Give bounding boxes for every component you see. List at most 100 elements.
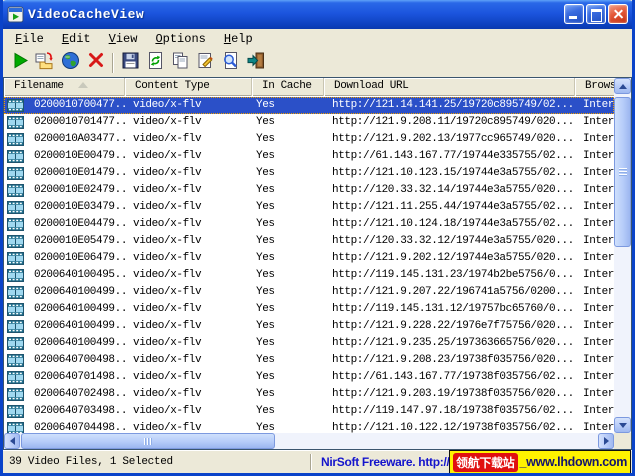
table-row[interactable]: 0200010E00479...video/x-flvYeshttp://61.…	[4, 148, 614, 165]
table-row[interactable]: 0200640700498...video/x-flvYeshttp://121…	[4, 352, 614, 369]
close-button[interactable]	[608, 4, 628, 24]
column-header-in-cache[interactable]: In Cache	[252, 78, 324, 96]
in-cache-cell: Yes	[252, 148, 324, 165]
menu-file[interactable]: File	[6, 31, 53, 47]
table-row[interactable]: 0200010700477...video/x-flvYeshttp://121…	[4, 97, 614, 114]
filename-cell: 0200010E05479...	[34, 233, 125, 250]
film-strip-icon	[7, 320, 29, 333]
table-row[interactable]: 0200010E03479...video/x-flvYeshttp://121…	[4, 199, 614, 216]
sort-ascending-icon	[78, 82, 88, 88]
filename-cell: 0200010A03477...	[34, 131, 125, 148]
find-button[interactable]	[218, 50, 243, 75]
vertical-scroll-thumb[interactable]	[614, 97, 631, 247]
browser-cell: Intern	[575, 182, 614, 199]
horizontal-scroll-thumb[interactable]	[21, 433, 275, 449]
menu-edit[interactable]: Edit	[53, 31, 100, 47]
column-header-browse[interactable]: Browse	[575, 78, 614, 96]
in-cache-cell: Yes	[252, 182, 324, 199]
minimize-button[interactable]	[564, 4, 584, 24]
table-row[interactable]: 0200640100499...video/x-flvYeshttp://121…	[4, 335, 614, 352]
table-row[interactable]: 0200640703498...video/x-flvYeshttp://119…	[4, 403, 614, 420]
content-type-cell: video/x-flv	[125, 301, 252, 318]
content-type-cell: video/x-flv	[125, 250, 252, 267]
delete-button[interactable]	[83, 50, 108, 75]
table-row[interactable]: 0200010E06479...video/x-flvYeshttp://121…	[4, 250, 614, 267]
open-in-browser-button[interactable]	[58, 50, 83, 75]
table-row[interactable]: 0200640100495...video/x-flvYeshttp://119…	[4, 267, 614, 284]
column-header-download-url[interactable]: Download URL	[324, 78, 575, 96]
browser-cell: Intern	[575, 318, 614, 335]
table-row[interactable]: 0200010701477...video/x-flvYeshttp://121…	[4, 114, 614, 131]
in-cache-cell: Yes	[252, 369, 324, 386]
table-row[interactable]: 0200640704498...video/x-flvYeshttp://121…	[4, 420, 614, 433]
scroll-right-button[interactable]	[598, 433, 614, 449]
browser-cell: Intern	[575, 97, 614, 114]
videocacheview-window: VideoCacheView FileEditViewOptionsHelp F…	[0, 0, 635, 476]
film-strip-icon	[7, 354, 29, 367]
content-type-cell: video/x-flv	[125, 148, 252, 165]
video-file-list: FilenameContent TypeIn CacheDownload URL…	[3, 77, 632, 450]
table-row[interactable]: 0200640100499...video/x-flvYeshttp://121…	[4, 284, 614, 301]
table-row[interactable]: 0200640100499...video/x-flvYeshttp://121…	[4, 318, 614, 335]
window-controls	[564, 4, 628, 24]
browser-cell: Intern	[575, 284, 614, 301]
content-type-cell: video/x-flv	[125, 352, 252, 369]
table-row[interactable]: 0200640100499...video/x-flvYeshttp://119…	[4, 301, 614, 318]
filename-cell: 0200640100499...	[34, 284, 125, 301]
window-title: VideoCacheView	[28, 7, 144, 22]
download-url-cell: http://121.10.122.12/19738f035756/02...	[324, 420, 575, 433]
copy-button[interactable]	[168, 50, 193, 75]
filename-cell: 0200640100499...	[34, 301, 125, 318]
play-button[interactable]	[8, 50, 33, 75]
film-strip-icon	[7, 303, 29, 316]
watermark-url[interactable]: _www.lhdown.com	[520, 455, 628, 469]
table-row[interactable]: 0200010E02479...video/x-flvYeshttp://120…	[4, 182, 614, 199]
table-row[interactable]: 0200010A03477...video/x-flvYeshttp://121…	[4, 131, 614, 148]
content-type-cell: video/x-flv	[125, 335, 252, 352]
chevron-down-icon	[619, 423, 627, 428]
list-rows: 0200010700477...video/x-flvYeshttp://121…	[4, 97, 614, 433]
film-strip-icon	[7, 150, 29, 163]
table-row[interactable]: 0200640702498...video/x-flvYeshttp://121…	[4, 386, 614, 403]
copy-selected-files-button[interactable]	[33, 50, 58, 75]
maximize-button[interactable]	[586, 4, 606, 24]
in-cache-cell: Yes	[252, 114, 324, 131]
nirsoft-freeware-link[interactable]: NirSoft Freeware. http://w	[321, 455, 459, 469]
download-url-cell: http://121.11.255.44/19744e3a5755/02...	[324, 199, 575, 216]
download-url-cell: http://120.33.32.14/19744e3a5755/020...	[324, 182, 575, 199]
content-type-cell: video/x-flv	[125, 386, 252, 403]
column-header-content-type[interactable]: Content Type	[125, 78, 252, 96]
filename-cell: 0200010E06479...	[34, 250, 125, 267]
exit-button[interactable]	[243, 50, 268, 75]
menu-view[interactable]: View	[100, 31, 147, 47]
browser-cell: Intern	[575, 386, 614, 403]
content-type-cell: video/x-flv	[125, 284, 252, 301]
vertical-scrollbar[interactable]	[614, 78, 631, 433]
column-header-filename[interactable]: Filename	[4, 78, 125, 96]
filename-cell: 0200640701498...	[34, 369, 125, 386]
table-row[interactable]: 0200010E04479...video/x-flvYeshttp://121…	[4, 216, 614, 233]
horizontal-scrollbar[interactable]	[4, 433, 614, 449]
delete-icon	[87, 51, 105, 74]
menu-options[interactable]: Options	[146, 31, 214, 47]
table-row[interactable]: 0200010E05479...video/x-flvYeshttp://120…	[4, 233, 614, 250]
find-icon	[221, 51, 240, 75]
content-type-cell: video/x-flv	[125, 369, 252, 386]
scroll-down-button[interactable]	[614, 417, 631, 433]
table-row[interactable]: 0200640701498...video/x-flvYeshttp://61.…	[4, 369, 614, 386]
table-row[interactable]: 0200010E01479...video/x-flvYeshttp://121…	[4, 165, 614, 182]
statusbar-divider	[310, 454, 312, 470]
in-cache-cell: Yes	[252, 352, 324, 369]
filename-cell: 0200010700477...	[34, 97, 125, 114]
menu-help[interactable]: Help	[215, 31, 262, 47]
watermark-banner: 领航下载站 _www.lhdown.com	[449, 450, 631, 474]
refresh-button[interactable]	[143, 50, 168, 75]
properties-button[interactable]	[193, 50, 218, 75]
download-url-cell: http://121.9.203.19/19738f035756/020...	[324, 386, 575, 403]
scroll-up-button[interactable]	[614, 78, 631, 94]
scroll-left-button[interactable]	[4, 433, 20, 449]
save-button[interactable]	[118, 50, 143, 75]
list-header: FilenameContent TypeIn CacheDownload URL…	[4, 78, 614, 96]
browser-cell: Intern	[575, 216, 614, 233]
column-header-label: Browse	[585, 80, 614, 92]
